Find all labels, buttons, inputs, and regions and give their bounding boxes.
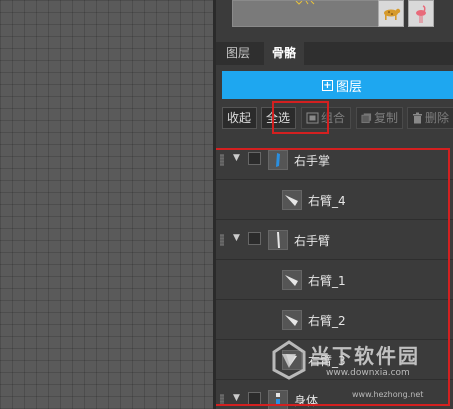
scene-thumbnail[interactable] <box>232 0 388 27</box>
layer-row[interactable]: ▼ 右手掌 <box>216 140 453 180</box>
arm-segment-icon <box>282 270 302 290</box>
collapse-button[interactable]: 收起 <box>222 107 257 129</box>
leopard-thumbnail[interactable] <box>378 0 404 27</box>
layer-row[interactable]: 右臂_4 <box>216 180 453 220</box>
flamingo-icon <box>416 4 426 23</box>
copy-label: 复制 <box>373 111 398 125</box>
stage-canvas[interactable] <box>0 0 213 409</box>
drag-handle[interactable] <box>220 234 224 246</box>
figure-preview-icon <box>295 1 315 5</box>
expand-caret-icon[interactable]: ▼ <box>233 153 240 163</box>
app-window: 图层 骨骼 + 图层 收起 全选 组合 复制 删除 ▼ 右手掌 右臂_4 ▼ 右… <box>0 0 453 409</box>
tab-layers[interactable]: 图层 <box>218 42 258 65</box>
layer-name: 右臂_4 <box>308 194 346 208</box>
delete-button[interactable]: 删除 <box>407 107 453 129</box>
watermark-logo-icon <box>272 340 306 380</box>
delete-label: 删除 <box>425 111 450 125</box>
arm-icon <box>268 230 288 250</box>
drag-handle[interactable] <box>220 394 224 406</box>
visibility-checkbox[interactable] <box>248 232 261 245</box>
layer-row[interactable]: 右臂_2 <box>216 300 453 340</box>
panel-tabs: 图层 骨骼 <box>216 42 453 65</box>
expand-caret-icon[interactable]: ▼ <box>233 233 240 243</box>
arm-segment-icon <box>282 310 302 330</box>
copy-button[interactable]: 复制 <box>356 107 403 129</box>
arm-segment-icon <box>282 190 302 210</box>
expand-caret-icon[interactable]: ▼ <box>233 393 240 403</box>
trash-icon <box>413 112 422 124</box>
visibility-checkbox[interactable] <box>248 392 261 405</box>
drag-handle[interactable] <box>220 154 224 166</box>
layer-name: 右臂_2 <box>308 314 346 328</box>
layer-row[interactable]: 右臂_1 <box>216 260 453 300</box>
hand-icon <box>268 150 288 170</box>
layer-name: 右手臂 <box>294 234 331 248</box>
layer-row[interactable]: ▼ 右手臂 <box>216 220 453 260</box>
leopard-icon <box>384 8 401 20</box>
visibility-checkbox[interactable] <box>248 152 261 165</box>
watermark: 当下软件园 www.downxia.com www.hezhong.net <box>270 338 450 408</box>
add-layer-label: 图层 <box>335 79 362 95</box>
collapse-label: 收起 <box>227 111 252 125</box>
tab-bones[interactable]: 骨骼 <box>264 42 305 65</box>
watermark-url-secondary: www.hezhong.net <box>352 390 424 399</box>
copy-icon <box>361 113 372 124</box>
group-highlight-box <box>272 101 329 134</box>
flamingo-thumbnail[interactable] <box>408 0 434 27</box>
asset-thumbnails <box>216 0 453 36</box>
add-layer-button[interactable]: + 图层 <box>222 71 453 99</box>
watermark-url: www.downxia.com <box>326 368 410 378</box>
layer-toolbar: 收起 全选 组合 复制 删除 <box>222 107 453 129</box>
layer-name: 右臂_1 <box>308 274 346 288</box>
plus-icon: + <box>321 79 333 91</box>
watermark-title: 当下软件园 <box>310 344 420 368</box>
layer-name: 右手掌 <box>294 154 331 168</box>
